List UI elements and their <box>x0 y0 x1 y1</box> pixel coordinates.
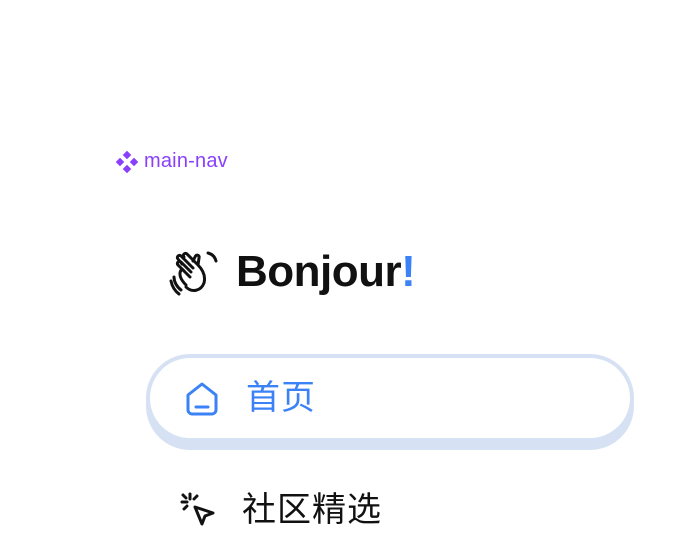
nav-item-community-picks[interactable]: 社区精选 <box>146 470 634 550</box>
home-icon <box>182 378 222 418</box>
main-nav-canvas: main-nav Bonjour! 首页 社区精选 <box>0 0 684 554</box>
component-diamond-icon <box>115 150 139 173</box>
nav-item-community-picks-label: 社区精选 <box>242 490 382 530</box>
nav-item-home-label: 首页 <box>246 378 316 418</box>
cursor-click-icon <box>178 490 218 530</box>
component-tag-label: main-nav <box>144 150 228 172</box>
greeting: Bonjour! <box>168 240 416 304</box>
greeting-title: Bonjour! <box>236 247 416 296</box>
waving-hand-icon <box>168 245 222 299</box>
component-tag: main-nav <box>115 150 228 173</box>
nav-item-home[interactable]: 首页 <box>146 354 634 442</box>
greeting-exclamation: ! <box>401 247 416 296</box>
